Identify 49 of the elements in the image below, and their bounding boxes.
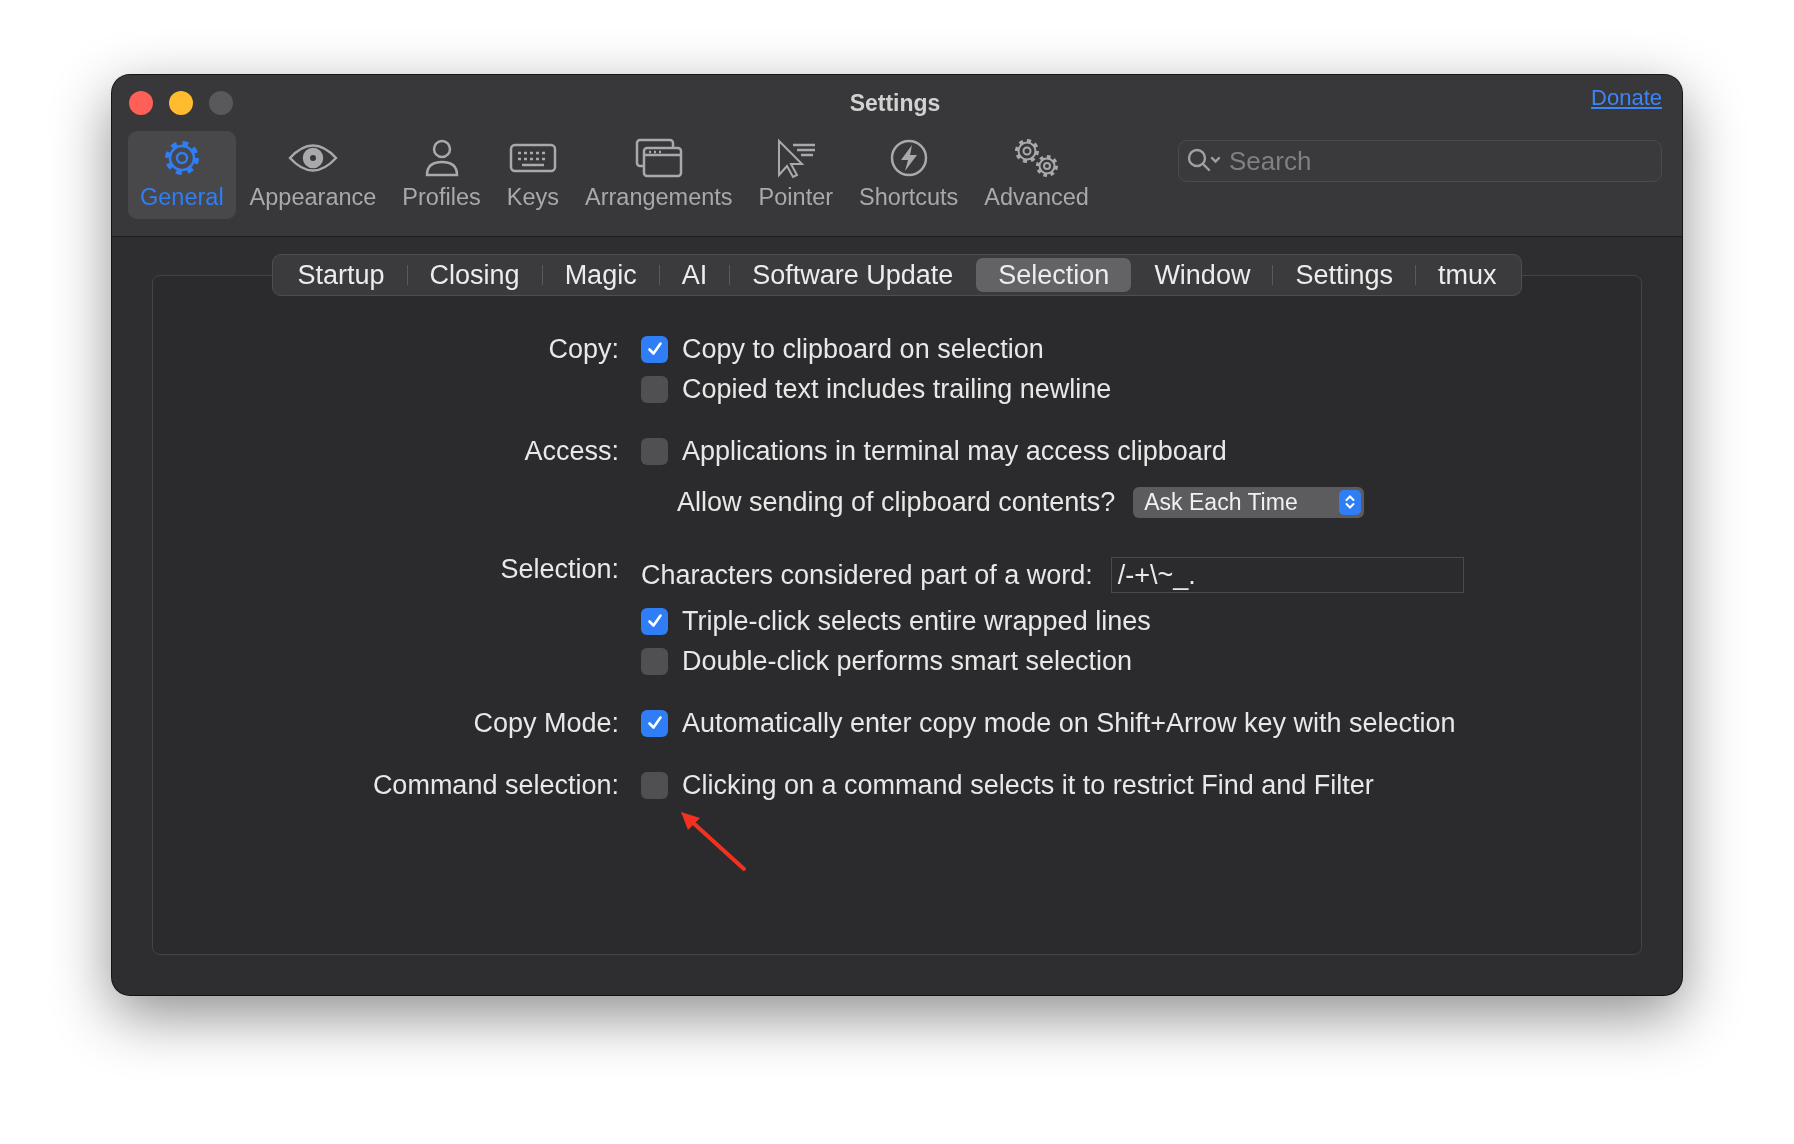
toolbar-tab[interactable]: Profiles <box>390 131 493 219</box>
toolbar-tab[interactable]: Keys <box>494 131 571 219</box>
checkbox-label: Triple-click selects entire wrapped lines <box>682 605 1151 637</box>
checkbox-label: Copied text includes trailing newline <box>682 373 1112 405</box>
stepper-icon <box>1339 489 1362 515</box>
minimize-button[interactable] <box>169 91 193 115</box>
checkbox[interactable] <box>641 375 668 403</box>
section-label: Copy Mode: <box>472 706 619 740</box>
checkmark-icon <box>646 613 663 629</box>
tab[interactable]: Selection <box>976 258 1132 292</box>
close-button[interactable] <box>129 91 153 115</box>
tab[interactable]: Window <box>1132 258 1273 292</box>
toolbar-tab[interactable]: Arrangements <box>573 131 745 219</box>
checkbox[interactable] <box>641 647 668 675</box>
tab[interactable]: Settings <box>1273 258 1415 292</box>
section-label: Command selection: <box>371 768 619 802</box>
setting-label: Allow sending of clipboard contents? <box>677 486 1116 518</box>
toolbar-tab[interactable]: Appearance <box>237 131 389 219</box>
toolbar-tab[interactable]: Pointer <box>746 131 846 219</box>
tab[interactable]: Startup <box>275 258 407 292</box>
tab[interactable]: Software Update <box>730 258 976 292</box>
section-label: Access: <box>523 434 619 468</box>
section-label: Copy: <box>547 332 619 366</box>
windows-icon <box>633 137 684 179</box>
checkbox[interactable] <box>641 335 668 363</box>
checkmark-icon <box>646 341 663 357</box>
checkmark-icon <box>646 715 663 731</box>
checkbox-label: Clicking on a command selects it to restrict Find and Filter <box>682 769 1374 801</box>
checkbox[interactable] <box>641 607 668 635</box>
search-field[interactable]: Search <box>1178 140 1662 182</box>
tab[interactable]: Closing <box>407 258 542 292</box>
tab[interactable]: Magic <box>542 258 659 292</box>
checkbox-label: Applications in terminal may access clipboard <box>682 435 1227 467</box>
checkbox[interactable] <box>641 437 668 465</box>
checkbox-label: Automatically enter copy mode on Shift+Arrow key with selection <box>682 707 1456 739</box>
toolbar-tab[interactable]: Advanced <box>972 131 1101 219</box>
section-label: Selection: <box>499 552 619 586</box>
checkbox[interactable] <box>641 709 668 737</box>
checkbox[interactable] <box>641 771 668 799</box>
checkbox-label: Copy to clipboard on selection <box>682 333 1044 365</box>
tab[interactable]: AI <box>659 258 730 292</box>
window-title: Settings <box>849 89 941 117</box>
setting-label: Characters considered part of a word: <box>641 559 1093 591</box>
popup-button[interactable]: Ask Each Time <box>1133 486 1365 518</box>
input-field[interactable]: /-+\~_. <box>1110 557 1464 593</box>
toolbar-tab[interactable]: Shortcuts <box>847 131 971 219</box>
donate-link[interactable]: Donate <box>1591 85 1662 111</box>
checkbox-label: Double-click performs smart selection <box>682 645 1133 677</box>
tab[interactable]: tmux <box>1415 258 1519 292</box>
